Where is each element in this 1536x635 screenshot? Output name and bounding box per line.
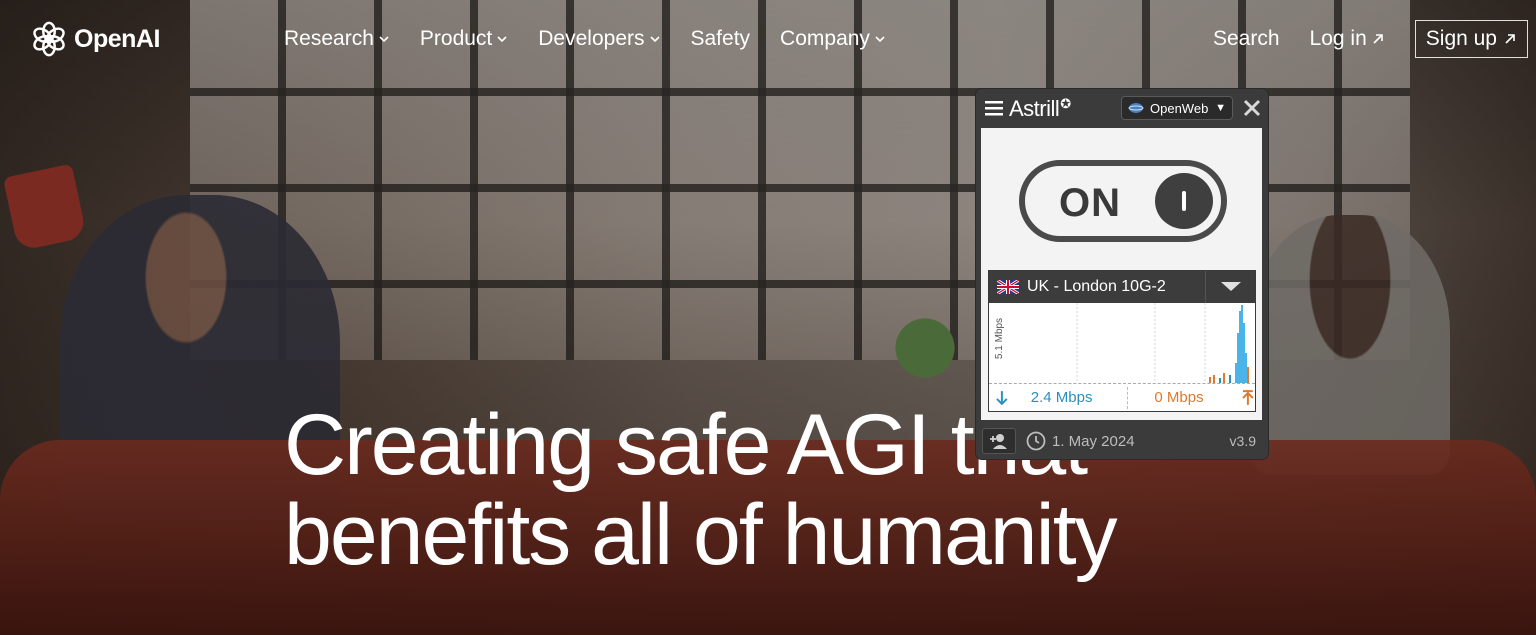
- upload-arrow-icon: [1242, 389, 1254, 405]
- graph-y-axis-label: 5.1 Mbps: [994, 317, 1006, 360]
- toggle-state-label: ON: [1059, 181, 1121, 225]
- app-version: v3.9: [1229, 433, 1256, 449]
- top-nav: OpenAI Research Product Developers Safet…: [0, 0, 1536, 80]
- astrill-vpn-widget: Astrill✪ OpenWeb ▼ ON UK - London 10G-2 …: [976, 89, 1268, 459]
- brand-logo[interactable]: OpenAI: [30, 20, 160, 58]
- openai-logo-icon: [33, 21, 65, 57]
- nav-actions: Search Log in Sign up: [1213, 20, 1536, 58]
- astrill-body: ON UK - London 10G-2 5.1 Mbps 2.4 Mbps 0…: [981, 128, 1262, 420]
- main-menu: Research Product Developers Safety Compa…: [284, 27, 886, 51]
- background-person-right: [1250, 215, 1450, 475]
- add-user-button[interactable]: [982, 428, 1016, 454]
- server-panel: UK - London 10G-2 5.1 Mbps 2.4 Mbps 0 Mb…: [988, 270, 1256, 412]
- globe-icon: [1128, 103, 1144, 113]
- astrill-header: Astrill✪ OpenWeb ▼: [976, 89, 1268, 127]
- search-link[interactable]: Search: [1213, 27, 1280, 51]
- close-icon[interactable]: [1242, 98, 1262, 118]
- download-arrow-icon: [996, 390, 1008, 405]
- server-name: UK - London 10G-2: [1027, 278, 1166, 295]
- background-plant: [870, 300, 980, 380]
- menu-item-product[interactable]: Product: [420, 27, 508, 51]
- expiry-date: 1. May 2024: [1052, 432, 1135, 450]
- astrill-footer: 1. May 2024 v3.9: [976, 425, 1268, 457]
- vpn-power-toggle[interactable]: ON: [1019, 160, 1227, 242]
- brand-name: OpenAI: [74, 24, 160, 53]
- upload-speed: 0 Mbps: [1154, 389, 1204, 406]
- menu-item-label: Research: [284, 27, 374, 50]
- arrow-up-right-icon: [1373, 34, 1383, 44]
- menu-item-label: Product: [419, 27, 493, 50]
- menu-item-company[interactable]: Company: [780, 27, 886, 51]
- astrill-brand: Astrill✪: [1009, 96, 1071, 122]
- toggle-knob: [1155, 173, 1213, 229]
- menu-item-research[interactable]: Research: [284, 27, 390, 51]
- login-link[interactable]: Log in: [1310, 27, 1385, 51]
- chevron-down-icon: [379, 36, 389, 43]
- uk-flag-icon: [997, 280, 1019, 294]
- menu-item-label: Company: [780, 27, 870, 50]
- signup-button[interactable]: Sign up: [1414, 20, 1528, 58]
- traffic-graph: 5.1 Mbps: [989, 303, 1255, 383]
- signup-label: Sign up: [1425, 27, 1497, 50]
- clock-icon: [1026, 431, 1046, 451]
- add-user-icon: [990, 434, 1007, 449]
- login-label: Log in: [1309, 27, 1367, 50]
- speed-divider: [1127, 386, 1129, 409]
- menu-item-safety[interactable]: Safety: [691, 27, 751, 51]
- hero-heading-line-2: benefits all of humanity: [284, 487, 1118, 583]
- protocol-select-value: OpenWeb: [1150, 100, 1209, 116]
- hamburger-menu-icon[interactable]: [984, 99, 1004, 117]
- menu-item-label: Developers: [538, 27, 645, 50]
- server-dropdown-button[interactable]: [1205, 271, 1255, 303]
- chevron-down-icon: [497, 36, 507, 43]
- arrow-up-right-icon: [1505, 34, 1515, 44]
- astrill-brand-name: Astrill: [1009, 96, 1060, 121]
- traffic-graph-chart: [1076, 303, 1249, 383]
- server-select[interactable]: UK - London 10G-2: [989, 271, 1255, 303]
- menu-item-label: Safety: [690, 27, 751, 50]
- caret-down-icon: [1220, 282, 1241, 291]
- chevron-down-icon: [649, 36, 660, 43]
- astrill-star-icon: ✪: [1060, 96, 1071, 111]
- chevron-down-icon: [875, 36, 885, 43]
- caret-down-icon: ▼: [1215, 102, 1226, 114]
- download-speed: 2.4 Mbps: [1030, 389, 1093, 406]
- menu-item-developers[interactable]: Developers: [538, 27, 660, 51]
- protocol-select[interactable]: OpenWeb ▼: [1121, 96, 1233, 120]
- speed-readout: 2.4 Mbps 0 Mbps: [989, 383, 1255, 411]
